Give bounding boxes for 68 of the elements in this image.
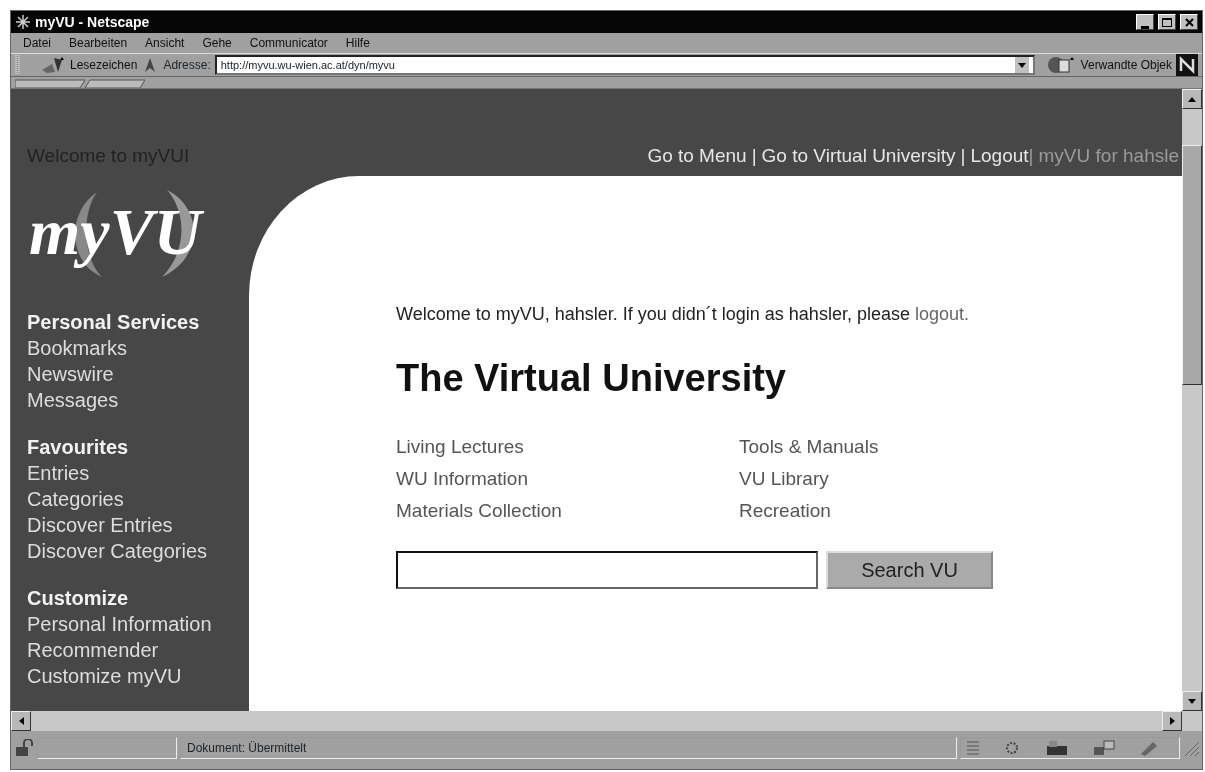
sidebar-link[interactable]: Entries bbox=[27, 460, 90, 486]
scroll-right-button[interactable] bbox=[1162, 711, 1182, 731]
right-arrow-icon bbox=[1169, 717, 1175, 725]
scroll-left-button[interactable] bbox=[11, 711, 31, 731]
resize-grip-icon bbox=[1183, 740, 1199, 756]
welcome-message: Welcome to myVU, hahsler. If you didn´t login as hahsler, please logout. bbox=[396, 303, 970, 326]
close-button[interactable] bbox=[1180, 14, 1198, 30]
sidebar-link[interactable]: Newswire bbox=[27, 361, 114, 387]
header-text: myVU for hahsle bbox=[1038, 143, 1180, 168]
portal-link[interactable]: VU Library bbox=[739, 463, 829, 495]
close-icon bbox=[1184, 17, 1194, 27]
folder-icon bbox=[1045, 740, 1069, 756]
menu-item[interactable]: Ansicht bbox=[145, 34, 185, 52]
header-link[interactable]: Go to Virtual University bbox=[761, 141, 956, 170]
bookmarks-button[interactable]: Lesezeichen bbox=[40, 56, 138, 74]
header-text: | bbox=[1028, 143, 1035, 168]
portal-link[interactable]: Tools & Manuals bbox=[739, 431, 879, 463]
sidebar-link[interactable]: Customize myVU bbox=[27, 663, 182, 689]
section-heading: Favourites bbox=[27, 435, 130, 460]
section-heading: Personal Services bbox=[27, 310, 201, 335]
related-button[interactable]: Verwandte Objek bbox=[1046, 55, 1172, 75]
sidebar-link[interactable]: Recommender bbox=[27, 637, 159, 663]
sidebar-link[interactable]: Discover Categories bbox=[27, 538, 208, 564]
address-field[interactable]: http://myvu.wu-wien.ac.at/dyn/myvu bbox=[214, 55, 1035, 75]
portal-link[interactable]: Living Lectures bbox=[396, 431, 524, 463]
sidebar-link[interactable]: Bookmarks bbox=[27, 335, 128, 361]
up-arrow-icon bbox=[1188, 96, 1196, 102]
minimize-icon bbox=[1141, 26, 1149, 29]
search-button[interactable]: Search VU bbox=[826, 551, 993, 589]
scroll-up-button[interactable] bbox=[1182, 89, 1202, 109]
separator: | bbox=[750, 143, 758, 168]
menu-item[interactable]: Datei bbox=[23, 34, 51, 52]
separator: | bbox=[959, 143, 967, 168]
sidebar-link[interactable]: Discover Entries bbox=[27, 512, 173, 538]
menu-item[interactable]: Bearbeiten bbox=[69, 34, 128, 52]
portal-link[interactable]: Materials Collection bbox=[396, 495, 562, 527]
sidebar-link[interactable]: Categories bbox=[27, 486, 124, 512]
portal-link[interactable]: Recreation bbox=[739, 495, 831, 527]
menu-item[interactable]: Hilfe bbox=[345, 34, 370, 52]
logo: myVU bbox=[27, 182, 227, 282]
lock-icon bbox=[14, 739, 34, 757]
pen-icon bbox=[1139, 740, 1159, 756]
portal-link[interactable]: WU Information bbox=[396, 463, 528, 495]
address-label: Adresse: bbox=[163, 57, 211, 74]
page-heading: The Virtual University bbox=[396, 356, 787, 401]
left-arrow-icon bbox=[18, 717, 24, 725]
status-text: Dokument: Übermittelt bbox=[180, 737, 957, 759]
sidebar-link[interactable]: Messages bbox=[27, 387, 119, 413]
maximize-icon bbox=[1162, 17, 1172, 27]
chat-icon bbox=[1093, 740, 1115, 756]
grip-handle-icon bbox=[15, 55, 20, 75]
list-icon bbox=[967, 740, 979, 756]
scroll-down-button[interactable] bbox=[1182, 691, 1202, 711]
gear-icon bbox=[1003, 740, 1021, 756]
scrollbar-thumb[interactable] bbox=[1182, 145, 1202, 385]
menu-item[interactable]: Communicator bbox=[249, 34, 328, 52]
netscape-icon bbox=[15, 14, 31, 30]
search-field[interactable] bbox=[396, 551, 818, 589]
header-link[interactable]: Logout bbox=[970, 141, 1029, 170]
sidebar-link[interactable]: Personal Information bbox=[27, 611, 212, 637]
menu-item[interactable]: Gehe bbox=[202, 34, 232, 52]
section-heading: Customize bbox=[27, 586, 130, 611]
header-link[interactable]: Go to Menu bbox=[647, 141, 747, 170]
down-arrow-icon bbox=[1188, 698, 1196, 704]
maximize-button[interactable] bbox=[1158, 14, 1176, 30]
window-title: myVU - Netscape bbox=[35, 12, 150, 32]
logout-link[interactable]: logout. bbox=[914, 304, 969, 324]
minimize-button[interactable] bbox=[1136, 14, 1154, 30]
